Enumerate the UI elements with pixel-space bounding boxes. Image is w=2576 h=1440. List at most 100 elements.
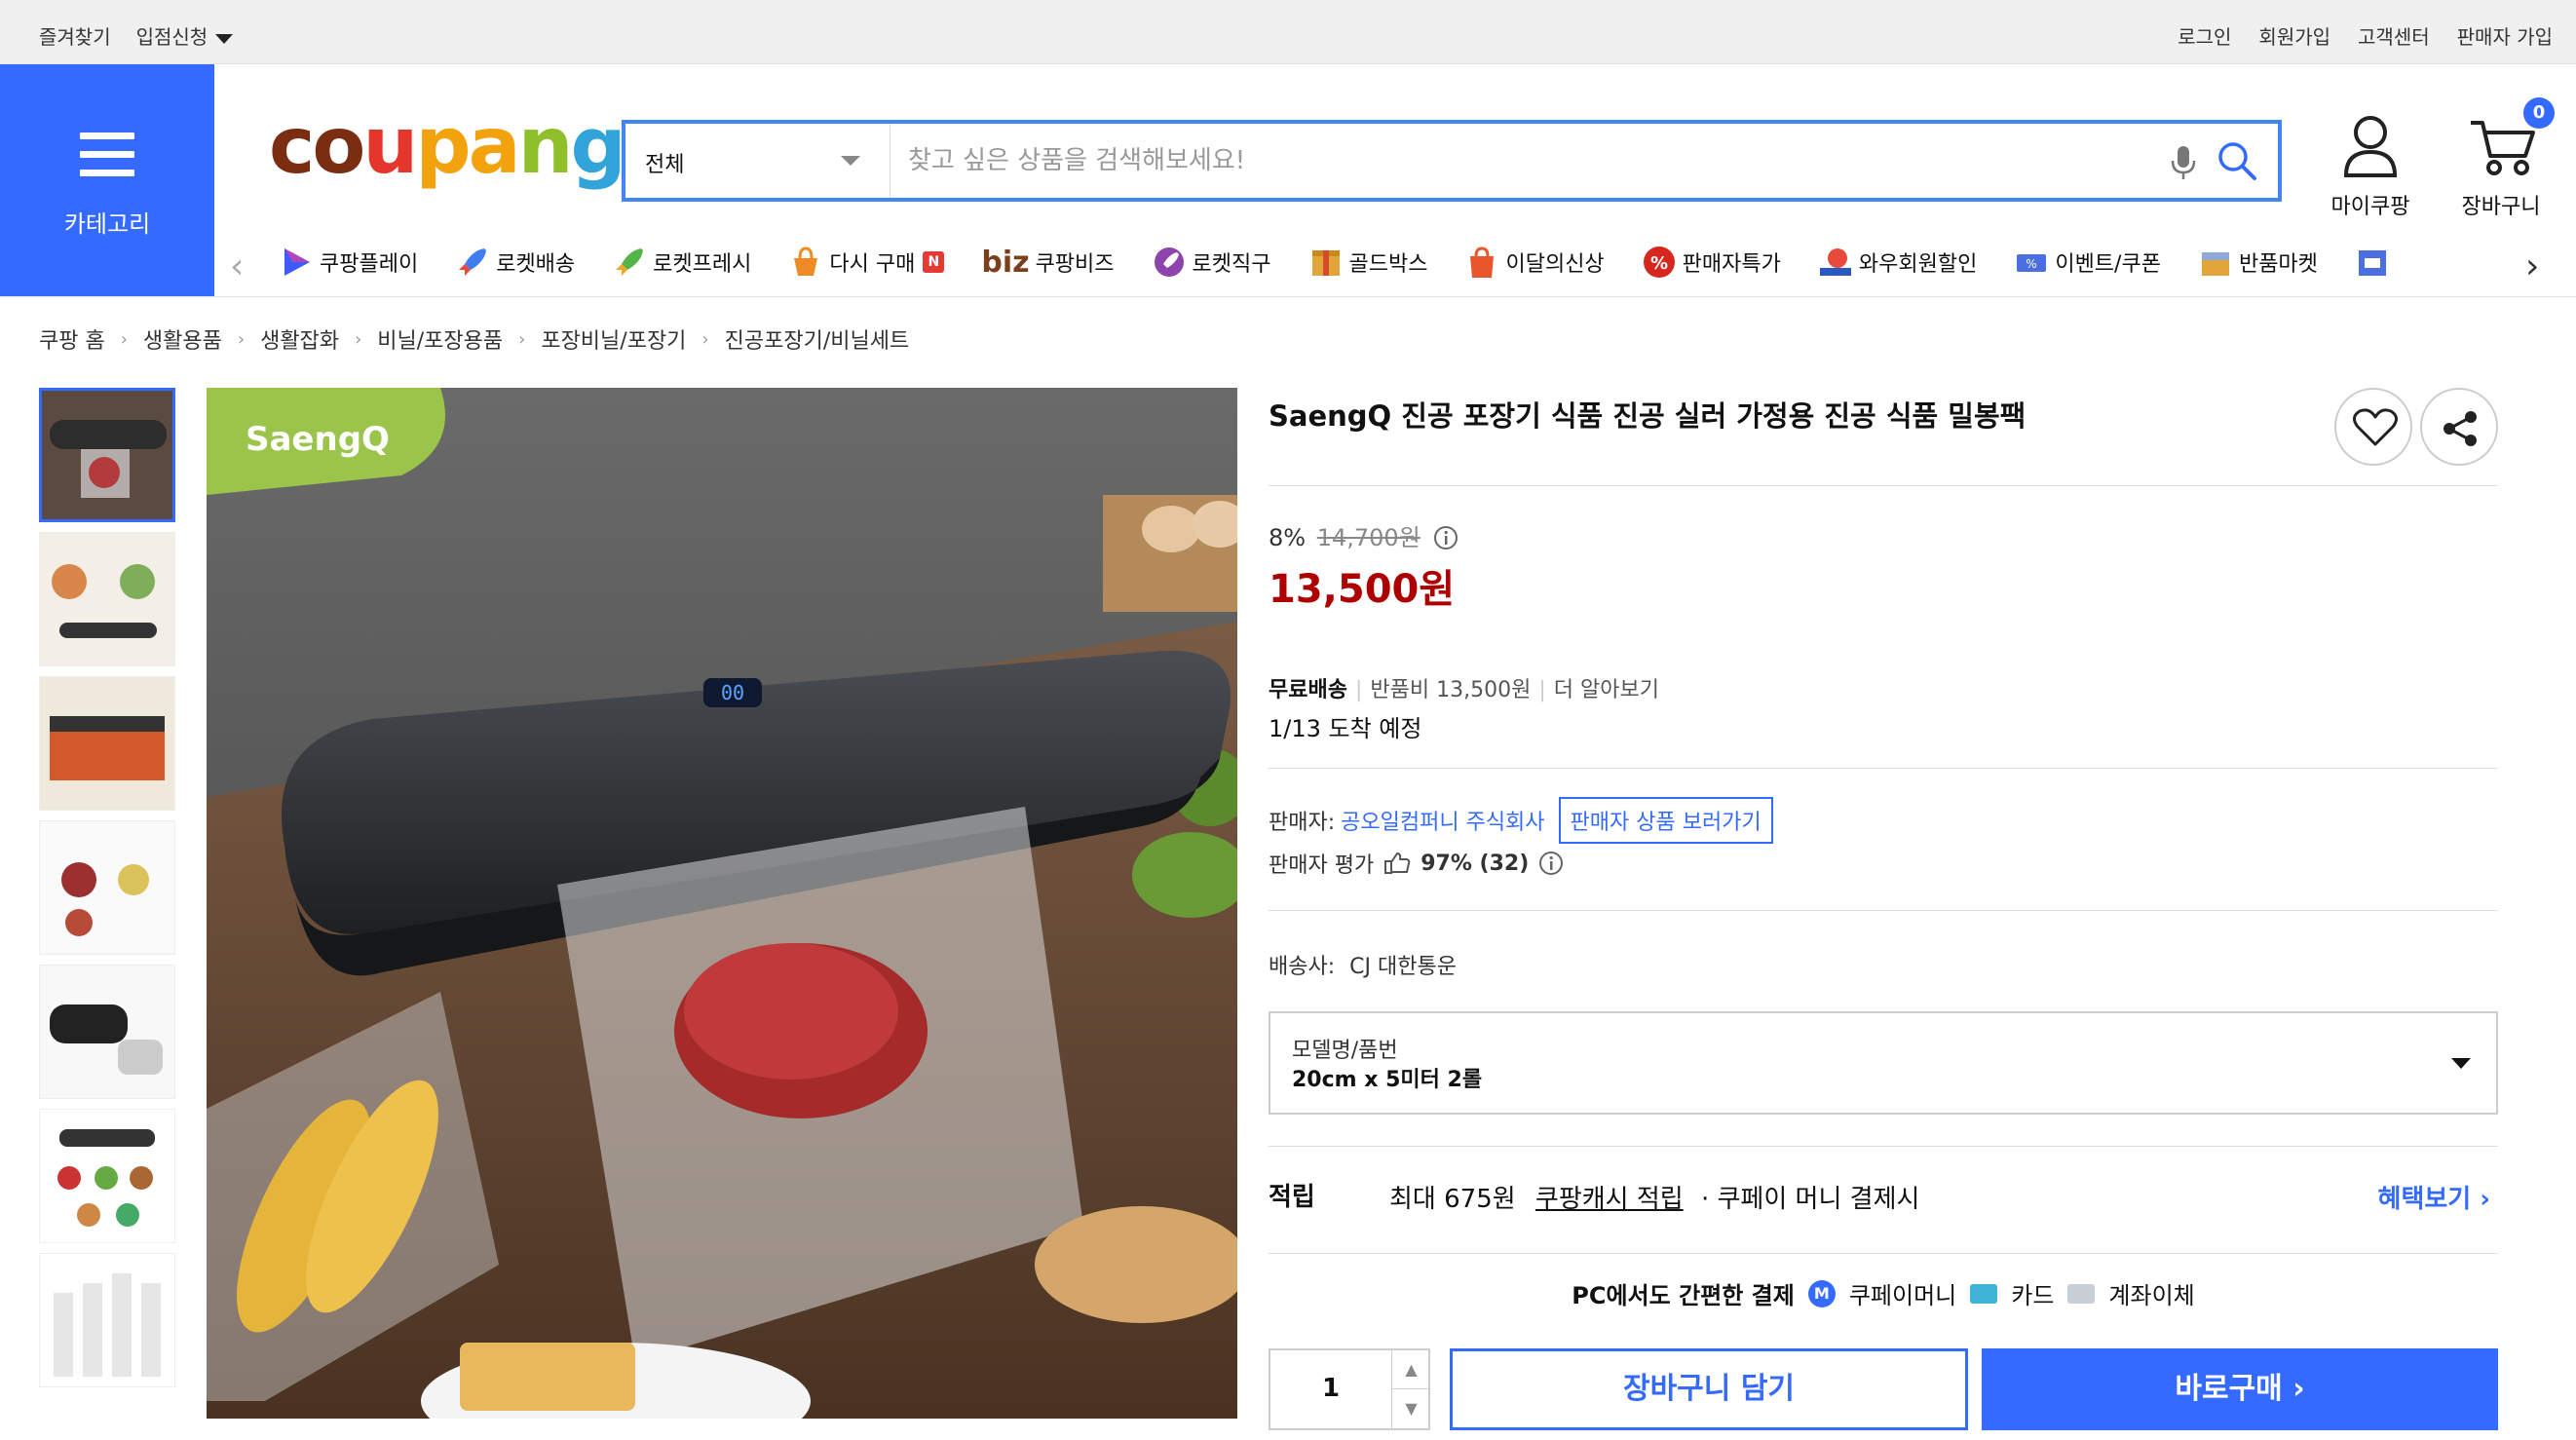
- wishlist-button[interactable]: [2334, 388, 2412, 466]
- cart-label: 장바구니: [2461, 195, 2541, 219]
- service-label: 판매자특가: [1682, 252, 1781, 277]
- benefits-label: 혜택보기: [2377, 1185, 2472, 1214]
- coupang-cash-link[interactable]: 쿠팡캐시 적립: [1535, 1185, 1684, 1214]
- user-icon: [2343, 116, 2398, 177]
- breadcrumb-link[interactable]: 비닐/포장용품: [377, 323, 503, 355]
- option-select[interactable]: 모델명/품번 20cm x 5미터 2롤: [1269, 1011, 2498, 1115]
- support-link[interactable]: 고객센터: [2358, 21, 2430, 50]
- service-item-seller-deal[interactable]: % 판매자특가: [1642, 239, 1781, 285]
- chevron-right-icon: ›: [518, 328, 526, 350]
- chevron-right-icon: ›: [701, 328, 709, 350]
- divider: [1269, 485, 2498, 486]
- caret-down-icon: [215, 33, 234, 44]
- cart-count-badge: 0: [2523, 97, 2555, 129]
- info-icon[interactable]: [1433, 525, 1458, 550]
- service-item-events-coupons[interactable]: % 이벤트/쿠폰: [2014, 239, 2161, 285]
- discount-row: 8% 14,700원: [1269, 518, 1458, 552]
- search-input[interactable]: [908, 139, 1980, 182]
- chevron-right-icon: ›: [355, 328, 362, 350]
- breadcrumb-link[interactable]: 생활잡화: [260, 323, 339, 355]
- product-thumbnail[interactable]: [39, 965, 175, 1099]
- main-product-image[interactable]: 00 SaengQ: [207, 388, 1237, 1419]
- service-item-rocket-global[interactable]: 로켓직구: [1152, 239, 1271, 285]
- chevron-right-icon[interactable]: ›: [2525, 246, 2539, 286]
- quantity-stepper: 1 ▲ ▼: [1269, 1348, 1430, 1430]
- coupay-money-icon: M: [1807, 1279, 1836, 1307]
- service-label: 와우회원할인: [1858, 252, 1978, 277]
- carrier-name: CJ 대한통운: [1349, 955, 1457, 979]
- breadcrumb-link[interactable]: 진공포장기/비닐세트: [725, 323, 910, 355]
- apply-seller-menu[interactable]: 입점신청: [136, 21, 234, 50]
- hamburger-icon: [80, 133, 134, 188]
- category-menu-button[interactable]: 카테고리: [0, 64, 214, 296]
- product-thumbnail[interactable]: [39, 1253, 175, 1387]
- service-label: 로켓직구: [1192, 252, 1271, 277]
- service-item-new-arrivals[interactable]: 이달의신상: [1464, 239, 1605, 285]
- product-thumbnail[interactable]: [39, 532, 175, 666]
- service-item-goldbox[interactable]: 골드박스: [1308, 239, 1427, 285]
- favorites-link[interactable]: 즐겨찾기: [39, 21, 111, 50]
- coupang-logo[interactable]: coupang: [269, 107, 626, 185]
- breadcrumb-link[interactable]: 쿠팡 홈: [39, 323, 105, 355]
- dropdown-arrow-icon: [841, 156, 860, 166]
- search-icon[interactable]: [2216, 139, 2258, 182]
- product-thumbnail[interactable]: [39, 820, 175, 955]
- quantity-decrease-button[interactable]: ▼: [1391, 1389, 1430, 1428]
- carrier-row: 배송사: CJ 대한통운: [1269, 949, 1457, 980]
- payment-title: PC에서도 간편한 결제: [1572, 1282, 1795, 1309]
- benefits-link[interactable]: 혜택보기 ›: [2378, 1179, 2490, 1215]
- breadcrumb: 쿠팡 홈 › 생활용품 › 생활잡화 › 비닐/포장용품 › 포장비닐/포장기 › 진공포…: [39, 323, 909, 355]
- mypage-button[interactable]: 마이쿠팡: [2327, 113, 2414, 220]
- buy-now-button[interactable]: 바로구매 ›: [1982, 1348, 2498, 1430]
- wow-icon: [1819, 248, 1851, 276]
- add-to-cart-button[interactable]: 장바구니 담기: [1450, 1348, 1968, 1430]
- product-thumbnail[interactable]: [39, 1109, 175, 1243]
- share-button[interactable]: [2420, 388, 2498, 466]
- service-item-rocket-fresh[interactable]: 로켓프레시: [612, 239, 751, 285]
- service-item-rebuy[interactable]: 다시 구매 N: [788, 239, 945, 285]
- service-item-return-market[interactable]: 반품마켓: [2198, 239, 2318, 285]
- svg-text:%: %: [2027, 257, 2037, 271]
- chevron-right-icon: ›: [2480, 1185, 2490, 1214]
- shipping-row: 무료배송 | 반품비 13,500원 | 더 알아보기: [1269, 678, 1659, 702]
- breadcrumb-link[interactable]: 포장비닐/포장기: [541, 323, 686, 355]
- breadcrumb-link[interactable]: 생활용품: [143, 323, 222, 355]
- search-scope-select[interactable]: 전체: [625, 124, 890, 198]
- original-price: 14,700원: [1316, 524, 1421, 551]
- chevron-right-icon: ›: [120, 328, 128, 350]
- seller-signup-link[interactable]: 판매자 가입: [2457, 21, 2553, 50]
- rating-label: 판매자 평가: [1269, 853, 1375, 878]
- return-market-icon: [2201, 252, 2229, 276]
- seller-products-button[interactable]: 판매자 상품 보러가기: [1558, 797, 1773, 844]
- info-icon[interactable]: [1538, 851, 1564, 876]
- new-arrivals-icon: [1470, 246, 1495, 278]
- seller-name-link[interactable]: 공오일컴퍼니 주식회사: [1341, 805, 1544, 836]
- search-bar: 전체: [622, 120, 2282, 202]
- option-value: 20cm x 5미터 2롤: [1292, 1068, 1483, 1092]
- divider: [1269, 1146, 2498, 1147]
- play-icon: [284, 248, 310, 276]
- service-item-coupang-play[interactable]: 쿠팡플레이: [279, 239, 418, 285]
- quantity-increase-button[interactable]: ▲: [1391, 1350, 1430, 1389]
- cart-button[interactable]: 장바구니: [2457, 113, 2545, 220]
- service-item-wow-discount[interactable]: 와우회원할인: [1818, 239, 1977, 285]
- share-icon: [2443, 411, 2477, 446]
- bank-transfer-icon: [2067, 1283, 2096, 1304]
- biz-logo: biz: [981, 245, 1030, 280]
- thumbnail-list: [39, 388, 175, 1397]
- microphone-icon[interactable]: [2169, 143, 2198, 182]
- service-item-coupang-biz[interactable]: biz 쿠팡비즈: [981, 239, 1114, 285]
- reward-condition: · 쿠페이 머니 결제시: [1700, 1185, 1920, 1214]
- service-item-rocket-delivery[interactable]: 로켓배송: [455, 239, 575, 285]
- login-link[interactable]: 로그인: [2178, 21, 2231, 50]
- signup-link[interactable]: 회원가입: [2258, 21, 2330, 50]
- learn-more-link[interactable]: 더 알아보기: [1554, 678, 1659, 702]
- service-item-more[interactable]: [2355, 239, 2390, 285]
- quantity-input[interactable]: 1: [1270, 1374, 1391, 1403]
- top-utility-bar: 즐겨찾기 입점신청 로그인 회원가입 고객센터 판매자 가입: [0, 0, 2576, 64]
- apply-label: 입점신청: [135, 25, 208, 49]
- product-thumbnail[interactable]: [39, 388, 175, 522]
- chevron-left-icon[interactable]: ‹: [230, 246, 244, 286]
- category-label: 카테고리: [63, 210, 151, 238]
- product-thumbnail[interactable]: [39, 676, 175, 811]
